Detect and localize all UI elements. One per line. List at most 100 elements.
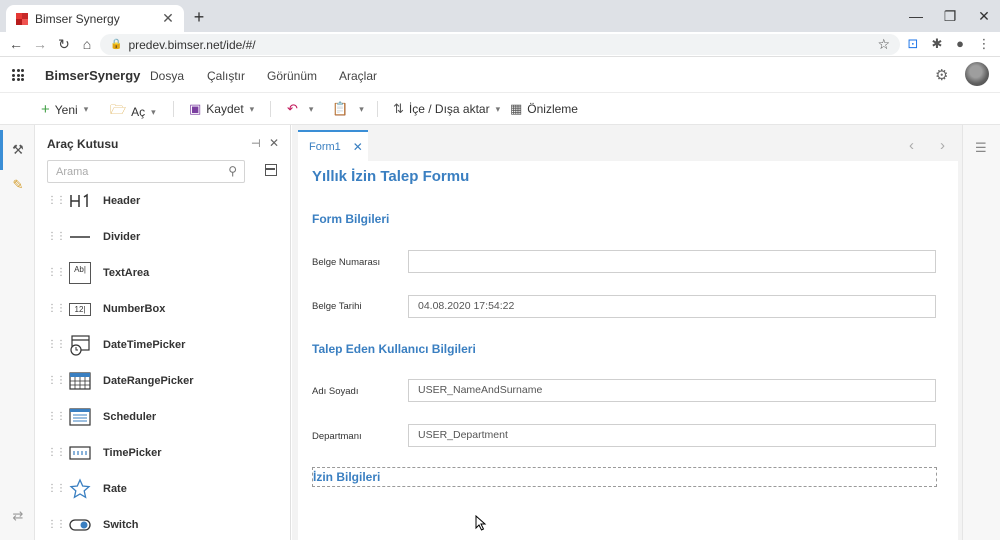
- department-label: Departmanı: [312, 431, 362, 442]
- restore-icon[interactable]: ❐: [942, 8, 958, 25]
- form-canvas[interactable]: Yıllık İzin Talep Formu Form Bilgileri B…: [298, 161, 958, 540]
- clipboard-button[interactable]: 📋 ▾: [332, 101, 364, 117]
- toolbox-tools-icon[interactable]: ⚒: [10, 142, 26, 158]
- tool-item-numberbox[interactable]: ⋮⋮ 12| NumberBox: [47, 294, 277, 324]
- drag-handle-icon[interactable]: ⋮⋮: [47, 376, 66, 386]
- section-leave-info-container[interactable]: İzin Bilgileri: [312, 467, 937, 487]
- url-field[interactable]: 🔒 predev.bimser.net/ide/#/ ☆: [100, 34, 900, 55]
- chevron-right-icon[interactable]: ›: [940, 137, 945, 154]
- drag-handle-icon[interactable]: ⋮⋮: [47, 304, 66, 314]
- designer-area: Form1 ✕ ‹ › Yıllık İzin Talep Formu Form…: [292, 125, 962, 540]
- toolbox-search[interactable]: ⚲: [47, 160, 245, 183]
- tool-item-scheduler[interactable]: ⋮⋮ Scheduler: [47, 402, 277, 432]
- profile-icon[interactable]: ●: [952, 36, 968, 51]
- browser-menu-icon[interactable]: ⋮: [976, 36, 992, 52]
- tool-label: DateRangePicker: [103, 375, 194, 387]
- close-tab-icon[interactable]: ✕: [353, 140, 363, 154]
- collapse-all-icon[interactable]: [265, 164, 277, 176]
- search-input[interactable]: [48, 161, 208, 182]
- close-tab-icon[interactable]: ✕: [160, 10, 176, 27]
- section-requester-info[interactable]: Talep Eden Kullanıcı Bilgileri: [312, 342, 476, 356]
- extensions-icon[interactable]: ✱: [929, 36, 945, 52]
- tool-item-timepicker[interactable]: ⋮⋮ TimePicker: [47, 438, 277, 468]
- save-button-label: Kaydet: [206, 102, 244, 116]
- section-form-info[interactable]: Form Bilgileri: [312, 212, 389, 226]
- doc-number-field[interactable]: [408, 250, 936, 273]
- toolbar-divider: [270, 101, 271, 117]
- preview-icon: ▦: [510, 101, 523, 116]
- doc-number-label: Belge Numarası: [312, 257, 381, 268]
- new-button[interactable]: + Yeni ▾: [41, 101, 88, 118]
- section-leave-info: İzin Bilgileri: [313, 470, 381, 484]
- drag-handle-icon[interactable]: ⋮⋮: [47, 520, 66, 530]
- form-title[interactable]: Yıllık İzin Talep Formu: [312, 168, 469, 185]
- drag-handle-icon[interactable]: ⋮⋮: [47, 196, 66, 206]
- department-field[interactable]: USER_Department: [408, 424, 936, 447]
- home-icon[interactable]: ⌂: [79, 36, 95, 52]
- import-export-icon: ⇅: [393, 101, 404, 116]
- open-button[interactable]: 🗁 Aç ▾: [110, 101, 156, 123]
- undo-icon: ↶: [287, 101, 298, 116]
- gear-icon[interactable]: ⚙: [935, 66, 948, 84]
- reload-icon[interactable]: ↻: [56, 36, 72, 52]
- name-field[interactable]: USER_NameAndSurname: [408, 379, 936, 402]
- tool-label: TimePicker: [103, 447, 162, 459]
- menu-gorunum[interactable]: Görünüm: [267, 69, 317, 83]
- app-header: BimserSynergy Dosya Çalıştır Görünüm Ara…: [0, 57, 1000, 93]
- minimize-icon[interactable]: —: [908, 8, 924, 24]
- tool-item-divider[interactable]: ⋮⋮ Divider: [47, 222, 277, 252]
- drag-handle-icon[interactable]: ⋮⋮: [47, 448, 66, 458]
- tool-item-header[interactable]: ⋮⋮ Header: [47, 186, 277, 216]
- brush-icon[interactable]: ✎: [10, 177, 26, 193]
- avatar[interactable]: [965, 62, 989, 86]
- tool-label: NumberBox: [103, 303, 166, 315]
- menu-dosya[interactable]: Dosya: [150, 69, 184, 83]
- forward-icon[interactable]: →: [32, 36, 48, 52]
- drag-handle-icon[interactable]: ⋮⋮: [47, 268, 66, 278]
- flow-icon[interactable]: ⇄: [10, 508, 26, 524]
- close-panel-icon[interactable]: ✕: [269, 136, 279, 150]
- right-icon-rail: ☰: [962, 125, 1000, 540]
- tool-item-daterangepicker[interactable]: ⋮⋮ DateRangePicker: [47, 366, 277, 396]
- chevron-down-icon: ▾: [249, 103, 255, 114]
- properties-list-icon[interactable]: ☰: [975, 140, 987, 156]
- import-export-button[interactable]: ⇅ İçe / Dışa aktar ▾: [393, 101, 500, 117]
- tab-form1[interactable]: Form1 ✕: [298, 130, 368, 161]
- plus-icon: +: [41, 101, 50, 118]
- undo-button[interactable]: ↶ ▾: [287, 101, 313, 117]
- pin-icon[interactable]: ⊣: [251, 137, 261, 150]
- tool-item-textarea[interactable]: ⋮⋮ Ab| TextArea: [47, 258, 277, 288]
- window-close-icon[interactable]: ✕: [976, 8, 992, 25]
- scheduler-icon: [69, 406, 91, 428]
- menu-calistir[interactable]: Çalıştır: [207, 69, 245, 83]
- drag-handle-icon[interactable]: ⋮⋮: [47, 484, 66, 494]
- save-button[interactable]: ▣ Kaydet ▾: [189, 101, 254, 117]
- browser-tab[interactable]: Bimser Synergy ✕: [6, 5, 184, 32]
- lock-icon: 🔒: [110, 39, 123, 50]
- switch-icon: [69, 514, 91, 536]
- drag-handle-icon[interactable]: ⋮⋮: [47, 340, 66, 350]
- bookmark-star-icon[interactable]: ☆: [877, 36, 890, 53]
- datetimepicker-icon: [69, 334, 91, 356]
- apps-grid-icon[interactable]: [12, 69, 24, 81]
- tool-item-rate[interactable]: ⋮⋮ Rate: [47, 474, 277, 504]
- new-tab-icon[interactable]: +: [190, 8, 208, 26]
- preview-button[interactable]: ▦ Önizleme: [510, 101, 578, 117]
- tool-label: Scheduler: [103, 411, 157, 423]
- doc-date-field[interactable]: 04.08.2020 17:54:22: [408, 295, 936, 318]
- search-icon: ⚲: [228, 164, 237, 178]
- translate-icon[interactable]: ⊡: [905, 36, 921, 52]
- chevron-left-icon[interactable]: ‹: [909, 137, 914, 154]
- tool-item-switch[interactable]: ⋮⋮ Switch: [47, 510, 277, 540]
- toolbox-panel: Araç Kutusu ⊣ ✕ ⚲ ⋮⋮ Header ⋮⋮ Divider ⋮…: [36, 125, 291, 540]
- tool-item-datetimepicker[interactable]: ⋮⋮ DateTimePicker: [47, 330, 277, 360]
- back-icon[interactable]: ←: [8, 36, 24, 52]
- chevron-down-icon: ▾: [495, 103, 501, 114]
- url-text: predev.bimser.net/ide/#/: [128, 37, 256, 52]
- drag-handle-icon[interactable]: ⋮⋮: [47, 232, 66, 242]
- drag-handle-icon[interactable]: ⋮⋮: [47, 412, 66, 422]
- preview-button-label: Önizleme: [527, 102, 578, 116]
- menu-araclar[interactable]: Araçlar: [339, 69, 377, 83]
- new-button-label: Yeni: [54, 102, 78, 117]
- tool-label: Header: [103, 195, 141, 207]
